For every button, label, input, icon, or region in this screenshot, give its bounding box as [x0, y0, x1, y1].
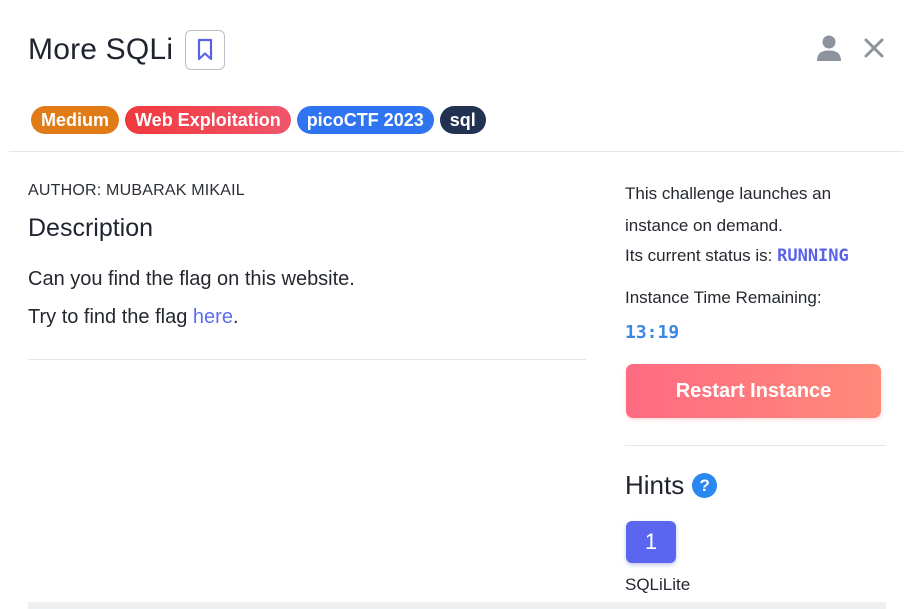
description-line-1: Can you find the flag on this website.: [28, 268, 355, 290]
bottom-panel-edge: [28, 602, 886, 609]
hints-heading: Hints: [625, 470, 685, 500]
help-icon[interactable]: ?: [692, 473, 718, 498]
instance-time-label: Instance Time Remaining:: [625, 288, 822, 307]
hints-heading-row: Hints ?: [625, 470, 718, 501]
instance-timer: 13:19: [625, 322, 680, 343]
tag-picoctf-2023[interactable]: picoCTF 2023: [296, 106, 434, 134]
top-icons: [816, 34, 884, 62]
bookmark-icon: [198, 38, 213, 61]
restart-instance-button[interactable]: Restart Instance: [626, 364, 881, 418]
description-heading: Description: [28, 214, 154, 242]
tag-list: Medium Web Exploitation picoCTF 2023 sql: [31, 106, 486, 134]
tag-sql[interactable]: sql: [439, 106, 486, 134]
challenge-title: More SQLi: [28, 33, 174, 66]
instance-launch-text: This challenge launches an instance on d…: [625, 184, 832, 235]
instance-status-label: Its current status is:: [625, 246, 778, 265]
tag-web-exploitation[interactable]: Web Exploitation: [125, 106, 291, 134]
description-line-2-prefix: Try to find the flag: [28, 306, 193, 328]
hint-1-button[interactable]: 1: [626, 521, 676, 563]
tag-medium[interactable]: Medium: [31, 106, 120, 134]
instance-divider: [625, 445, 886, 446]
close-icon[interactable]: [864, 38, 884, 58]
user-icon[interactable]: [816, 34, 842, 62]
header-divider: [9, 151, 903, 152]
title-row: More SQLi: [28, 30, 226, 70]
instance-status-row: Its current status is: RUNNING: [625, 246, 849, 266]
author-label: AUTHOR: MUBARAK MIKAIL: [28, 182, 245, 199]
description-divider: [28, 359, 586, 360]
hint-1-text: SQLiLite: [625, 575, 691, 594]
instance-status-value: RUNNING: [777, 246, 849, 266]
bookmark-button[interactable]: [185, 30, 226, 70]
flag-link[interactable]: here: [193, 306, 233, 328]
description-line-2-suffix: .: [232, 306, 239, 328]
description-line-2: Try to find the flag here.: [28, 306, 239, 329]
